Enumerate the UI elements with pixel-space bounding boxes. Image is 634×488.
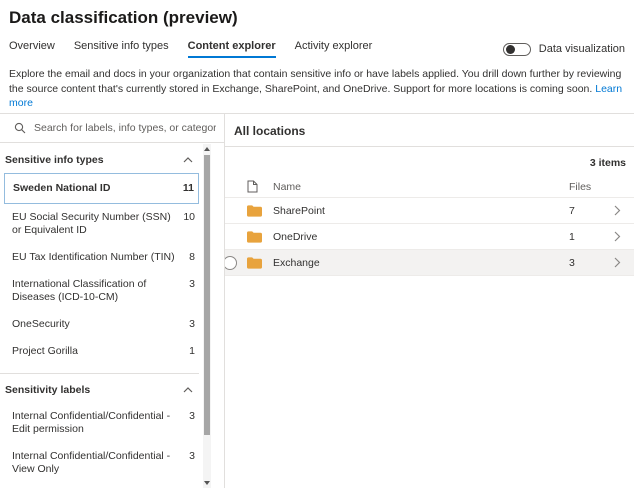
chevron-right-icon[interactable] (600, 231, 634, 242)
sidebar-item-eu-tin[interactable]: EU Tax Identification Number (TIN) 8 (0, 244, 199, 271)
sidebar-item-sweden-national-id[interactable]: Sweden National ID 11 (4, 173, 199, 204)
locations-panel-title: All locations (225, 114, 634, 147)
sidebar-item-icd-10-cm[interactable]: International Classification of Diseases… (0, 271, 199, 311)
item-label: EU Tax Identification Number (TIN) (12, 251, 189, 264)
toggle-knob (506, 45, 515, 54)
data-visualization-toggle[interactable] (503, 43, 531, 56)
location-row-exchange[interactable]: Exchange 3 (225, 250, 634, 276)
item-count: 3 (189, 410, 195, 423)
chevron-right-icon[interactable] (600, 257, 634, 268)
sidebar-item-secret-credit-card[interactable]: Internal Secret/Credit Card Info (auto) … (0, 483, 199, 488)
item-count: 10 (183, 211, 195, 224)
sidebar-item-project-gorilla[interactable]: Project Gorilla 1 (0, 338, 199, 365)
item-count: 11 (183, 182, 194, 195)
column-header-files[interactable]: Files (560, 181, 600, 193)
item-count: 3 (189, 318, 195, 331)
tab-overview[interactable]: Overview (9, 40, 55, 58)
item-label: International Classification of Diseases… (12, 278, 189, 304)
location-files-count: 7 (560, 205, 600, 217)
chevron-right-icon[interactable] (600, 205, 634, 216)
search-box (0, 114, 224, 143)
section-title: Sensitive info types (5, 154, 104, 166)
tab-sensitive-info-types[interactable]: Sensitive info types (74, 40, 169, 58)
location-row-sharepoint[interactable]: SharePoint 7 (225, 198, 634, 224)
items-count: 3 items (225, 147, 634, 176)
item-count: 1 (189, 345, 195, 358)
scrollbar-thumb[interactable] (204, 155, 210, 435)
location-name: OneDrive (273, 231, 560, 243)
sidebar-item-conf-view-only[interactable]: Internal Confidential/Confidential - Vie… (0, 443, 199, 483)
section-title: Sensitivity labels (5, 384, 90, 396)
row-select-radio[interactable] (225, 256, 237, 270)
item-label: Internal Confidential/Confidential - Vie… (12, 450, 189, 476)
sidebar-scrollbar (203, 144, 211, 488)
location-row-onedrive[interactable]: OneDrive 1 (225, 224, 634, 250)
sidebar-item-onesecurity[interactable]: OneSecurity 3 (0, 311, 199, 338)
tab-content-explorer[interactable]: Content explorer (188, 40, 276, 58)
location-name: Exchange (273, 257, 560, 269)
data-visualization-toggle-group: Data visualization (503, 43, 625, 56)
tab-activity-explorer[interactable]: Activity explorer (295, 40, 373, 58)
search-icon (14, 122, 26, 134)
content-area: Sensitive info types Sweden National ID … (0, 113, 634, 488)
locations-table-header: Name Files (225, 176, 634, 198)
file-type-column-icon (247, 180, 273, 193)
folder-icon (247, 231, 273, 243)
item-count: 8 (189, 251, 195, 264)
folder-icon (247, 205, 273, 217)
section-sensitivity-labels: Sensitivity labels Internal Confidential… (0, 373, 199, 488)
filters-sidebar: Sensitive info types Sweden National ID … (0, 114, 225, 488)
sidebar-item-eu-ssn[interactable]: EU Social Security Number (SSN) or Equiv… (0, 204, 199, 244)
location-files-count: 3 (560, 257, 600, 269)
item-label: OneSecurity (12, 318, 189, 331)
item-label: Project Gorilla (12, 345, 189, 358)
sidebar-list: Sensitive info types Sweden National ID … (0, 144, 224, 488)
location-files-count: 1 (560, 231, 600, 243)
chevron-up-icon (183, 157, 193, 163)
column-header-name[interactable]: Name (273, 181, 560, 193)
toggle-label: Data visualization (539, 43, 625, 55)
chevron-up-icon (183, 387, 193, 393)
location-name: SharePoint (273, 205, 560, 217)
page-description: Explore the email and docs in your organ… (9, 67, 625, 111)
tab-bar: Overview Sensitive info types Content ex… (9, 40, 625, 58)
search-input[interactable] (34, 122, 216, 134)
description-text: Explore the email and docs in your organ… (9, 68, 621, 95)
page-title: Data classification (preview) (9, 8, 634, 28)
locations-panel: All locations 3 items Name Files SharePo… (225, 114, 634, 488)
section-header-sensitive-info-types[interactable]: Sensitive info types (0, 144, 199, 173)
scrollbar-up-arrow[interactable] (203, 144, 211, 154)
item-label: Sweden National ID (13, 182, 183, 195)
section-header-sensitivity-labels[interactable]: Sensitivity labels (0, 374, 199, 403)
section-sensitive-info-types: Sensitive info types Sweden National ID … (0, 144, 199, 365)
folder-icon (247, 257, 273, 269)
item-count: 3 (189, 278, 195, 291)
sidebar-item-conf-edit-permission[interactable]: Internal Confidential/Confidential - Edi… (0, 403, 199, 443)
item-count: 3 (189, 450, 195, 463)
item-label: Internal Confidential/Confidential - Edi… (12, 410, 189, 436)
item-label: EU Social Security Number (SSN) or Equiv… (12, 211, 183, 237)
